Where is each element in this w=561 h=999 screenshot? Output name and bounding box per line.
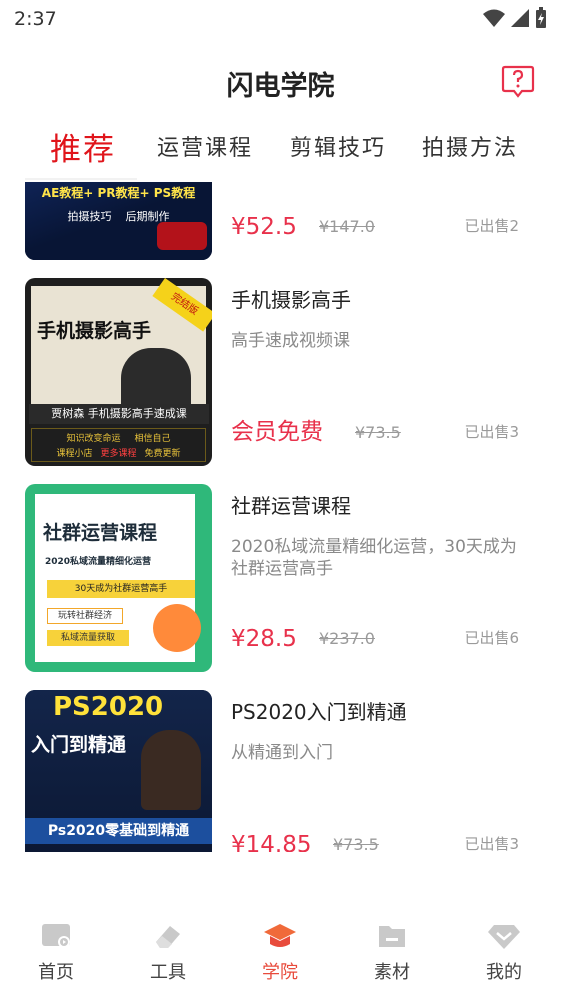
help-question-icon [501,65,535,98]
category-tabs: 推荐 运营课程 剪辑技巧 拍摄方法 [0,120,561,180]
course-subtitle: 从精通到入门 [231,743,333,763]
thumb-text: 拍摄技巧 [67,210,112,223]
thumb-text: PS2020 [53,692,164,722]
battery-icon [536,7,546,28]
tab-academy[interactable]: 学院 [240,920,320,984]
wifi-icon [483,9,505,27]
tab-divider [25,178,137,180]
tab-tools[interactable]: 工具 [128,920,208,984]
course-sold-count: 已出售3 [464,423,519,441]
bottom-tab-bar: 首页 工具 学院 素材 我的 [0,908,561,999]
course-card[interactable]: AE教程+ PR教程+ PS教程 拍摄技巧 后期制作 ¥52.5 ¥147.0 … [25,182,535,260]
status-bar: 2:37 [0,0,561,40]
signal-icon [511,9,529,27]
course-title: 手机摄影高手 [231,288,351,312]
course-thumbnail: PS2020 入门到精通 Ps2020零基础到精通 [25,690,212,852]
thumb-text: 课程小店 [56,449,93,459]
course-sold-count: 已出售2 [464,217,519,235]
graduation-cap-icon [264,924,296,947]
course-sold-count: 已出售6 [464,629,519,647]
course-thumbnail: 社群运营课程 2020私域流量精细化运营 30天成为社群运营高手 玩转社群经济 … [25,484,212,672]
course-price: ¥14.85 [231,832,312,852]
tab-label: 素材 [374,962,410,983]
tab-operations-course[interactable]: 运营课程 [157,130,253,162]
thumb-text: 玩转社群经济 [47,608,123,624]
course-original-price: ¥73.5 [333,835,379,852]
tab-label: 学院 [262,962,298,983]
thumb-text: 更多课程 [100,449,137,459]
thumb-text: 知识改变命运 [66,434,121,444]
thumb-text: 社群运营课程 [43,522,158,544]
camera-illustration [157,222,207,250]
person-illustration [121,348,191,408]
course-card[interactable]: 完结版 手机摄影高手 贾树森 手机摄影高手速成课 知识改变命运 相信自己 课程小… [25,278,535,466]
tab-home[interactable]: 首页 [16,920,96,984]
tab-editing-tips[interactable]: 剪辑技巧 [290,130,386,162]
thumb-text: 相信自己 [134,434,171,444]
course-sold-count: 已出售3 [464,835,519,852]
tab-label: 首页 [38,962,74,983]
thumb-text: 私域流量获取 [47,630,129,646]
course-card[interactable]: 社群运营课程 2020私域流量精细化运营 30天成为社群运营高手 玩转社群经济 … [25,484,535,672]
person-illustration [141,730,201,810]
thumb-text: 入门到精通 [31,734,127,756]
course-price: 会员免费 [231,419,323,445]
course-subtitle: 高手速成视频课 [231,331,350,351]
diamond-icon [488,925,520,949]
page-title: 闪电学院 [226,71,335,102]
tab-shooting-methods[interactable]: 拍摄方法 [422,130,518,162]
course-list[interactable]: AE教程+ PR教程+ PS教程 拍摄技巧 后期制作 ¥52.5 ¥147.0 … [0,182,561,852]
eraser-icon [156,926,180,948]
rocket-illustration [153,604,201,652]
course-original-price: ¥73.5 [355,423,401,442]
thumb-text: Ps2020零基础到精通 [25,818,212,844]
thumb-text: 免费更新 [144,449,181,459]
course-original-price: ¥147.0 [319,217,375,236]
thumb-text: 30天成为社群运营高手 [47,580,195,598]
course-subtitle: 2020私域流量精细化运营，30天成为社群运营高手 [231,537,517,579]
thumb-text: 贾树森 手机摄影高手速成课 [29,404,209,424]
folder-icon [379,926,405,947]
tab-recommended[interactable]: 推荐 [50,124,116,169]
status-time: 2:37 [14,8,57,30]
course-title: 社群运营课程 [231,494,351,518]
course-original-price: ¥237.0 [319,629,375,648]
tab-label: 我的 [486,962,522,983]
thumb-text: 手机摄影高手 [37,320,152,342]
home-icon [42,924,70,948]
thumb-text: 2020私域流量精细化运营 [45,557,152,567]
tab-materials[interactable]: 素材 [352,920,432,984]
tab-label: 工具 [150,962,186,983]
course-thumbnail: 完结版 手机摄影高手 贾树森 手机摄影高手速成课 知识改变命运 相信自己 课程小… [25,278,212,466]
help-button[interactable] [501,64,535,98]
course-price: ¥28.5 [231,626,297,652]
status-icons [483,7,547,29]
course-thumbnail: AE教程+ PR教程+ PS教程 拍摄技巧 后期制作 [25,182,212,260]
app-header: 闪电学院 [0,52,561,112]
thumb-text: AE教程+ PR教程+ PS教程 [41,186,196,200]
course-title: PS2020入门到精通 [231,700,407,724]
tab-mine[interactable]: 我的 [464,920,544,984]
course-card[interactable]: PS2020 入门到精通 Ps2020零基础到精通 PS2020入门到精通 从精… [25,690,535,852]
course-price: ¥52.5 [231,214,297,240]
